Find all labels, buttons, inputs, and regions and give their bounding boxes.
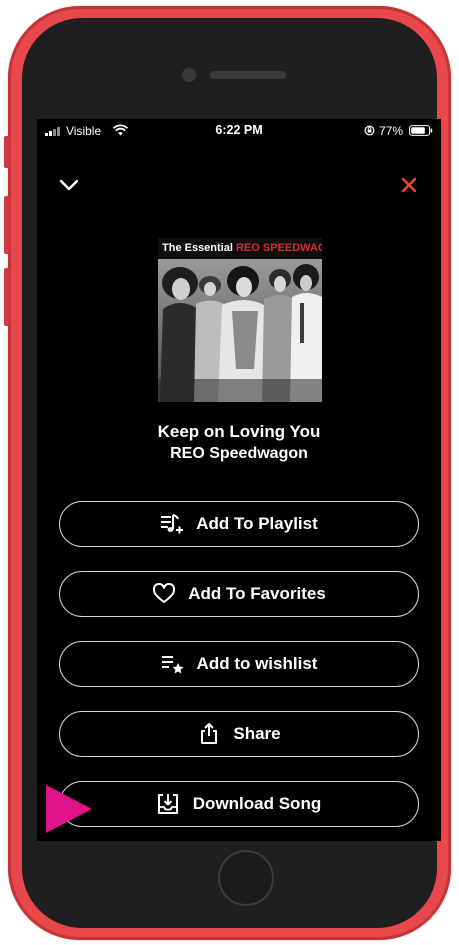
phone-mockup: Visible 6:22 PM 77% The Essential REO SP…	[0, 0, 459, 945]
earpiece-speaker	[210, 71, 286, 79]
download-icon	[157, 793, 181, 815]
album-cover: The Essential REO SPEEDWAGON	[158, 238, 322, 402]
status-bar: Visible 6:22 PM 77%	[37, 119, 441, 143]
add-to-favorites-button[interactable]: Add To Favorites	[59, 571, 419, 617]
add-to-favorites-label: Add To Favorites	[188, 584, 326, 603]
download-song-button[interactable]: Download Song	[59, 781, 419, 827]
add-to-playlist-label: Add To Playlist	[196, 514, 318, 533]
heart-icon	[152, 583, 176, 605]
add-to-wishlist-label: Add to wishlist	[196, 654, 318, 673]
album-cover-title: The Essential REO SPEEDWAGON	[158, 238, 322, 259]
screen: Visible 6:22 PM 77% The Essential REO SP…	[37, 119, 441, 841]
rotation-lock-icon	[364, 125, 375, 136]
song-title: Keep on Loving You	[157, 422, 321, 441]
share-icon	[197, 723, 221, 745]
add-to-playlist-button[interactable]: Add To Playlist	[59, 501, 419, 547]
battery-icon	[409, 125, 433, 136]
playlist-add-icon	[160, 513, 184, 535]
battery-percent: 77%	[379, 124, 404, 138]
chevron-down-icon[interactable]	[57, 175, 81, 195]
album-cover-prefix: The Essential	[162, 242, 233, 254]
close-icon[interactable]	[399, 175, 419, 195]
share-button[interactable]: Share	[59, 711, 419, 757]
download-song-label: Download Song	[192, 794, 322, 813]
song-artist: REO Speedwagon	[170, 445, 308, 462]
share-label: Share	[233, 724, 281, 743]
wishlist-star-icon	[161, 653, 185, 675]
add-to-wishlist-button[interactable]: Add to wishlist	[59, 641, 419, 687]
album-cover-band: REO SPEEDWAGON	[235, 242, 322, 254]
front-camera	[182, 68, 196, 82]
home-button[interactable]	[218, 850, 274, 906]
band-photo	[158, 259, 322, 402]
pointer-triangle-icon	[46, 785, 92, 833]
